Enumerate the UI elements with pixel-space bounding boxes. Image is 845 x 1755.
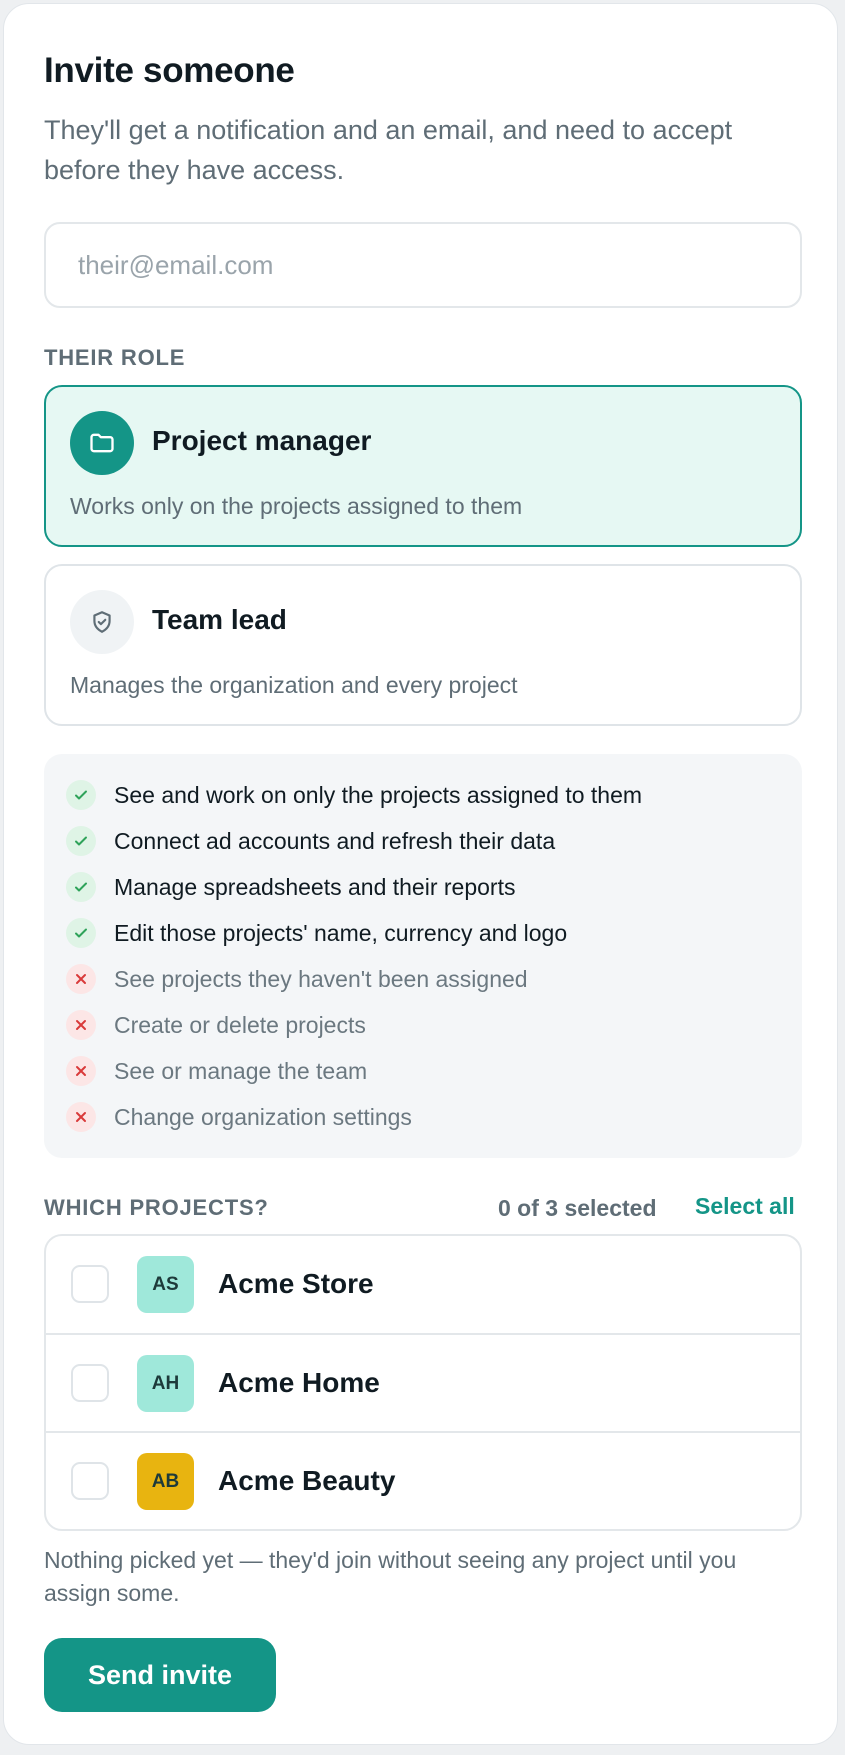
projects-list: AS Acme Store AH Acme Home AB Acme Beaut…: [44, 1234, 802, 1531]
select-all-button[interactable]: Select all: [695, 1193, 795, 1220]
role-option-project-manager[interactable]: Project manager Works only on the projec…: [44, 385, 802, 547]
project-row[interactable]: AB Acme Beauty: [46, 1431, 800, 1529]
invite-dialog: Invite someone They'll get a notificatio…: [3, 3, 838, 1745]
email-input[interactable]: [44, 222, 802, 308]
selected-count: 0 of 3 selected: [498, 1195, 657, 1221]
selection-hint: Nothing picked yet — they'd join without…: [44, 1547, 737, 1606]
permission-item: See projects they haven't been assigned: [66, 963, 528, 995]
permission-item: Connect ad accounts and refresh their da…: [66, 825, 555, 857]
permission-item: Create or delete projects: [66, 1009, 366, 1041]
dialog-subtitle: They'll get a notification and an email,…: [44, 115, 733, 185]
cross-icon: [66, 964, 96, 994]
role-section-label: THEIR ROLE: [44, 345, 186, 370]
permission-text: See or manage the team: [114, 1057, 368, 1084]
project-avatar: AS: [137, 1256, 194, 1313]
permission-item: See or manage the team: [66, 1055, 367, 1087]
role-description: Manages the organization and every proje…: [70, 672, 518, 698]
cross-icon: [66, 1102, 96, 1132]
dialog-title: Invite someone: [44, 51, 295, 90]
project-checkbox[interactable]: [71, 1462, 109, 1500]
projects-section-label: WHICH PROJECTS?: [44, 1195, 269, 1220]
permission-text: See and work on only the projects assign…: [114, 781, 643, 808]
project-row[interactable]: AS Acme Store: [46, 1236, 800, 1334]
check-icon: [66, 826, 96, 856]
permission-item: Edit those projects' name, currency and …: [66, 917, 567, 949]
project-avatar: AH: [137, 1355, 194, 1412]
project-checkbox[interactable]: [71, 1265, 109, 1303]
role-title: Team lead: [152, 604, 287, 635]
role-option-team-lead[interactable]: Team lead Manages the organization and e…: [44, 564, 802, 726]
project-name: Acme Store: [218, 1268, 374, 1299]
permission-text: Create or delete projects: [114, 1011, 366, 1038]
shield-check-icon: [70, 590, 134, 654]
check-icon: [66, 918, 96, 948]
permissions-list: See and work on only the projects assign…: [44, 754, 802, 1158]
role-description: Works only on the projects assigned to t…: [70, 493, 523, 519]
permission-item: See and work on only the projects assign…: [66, 779, 642, 811]
project-name: Acme Home: [218, 1367, 380, 1398]
send-invite-button[interactable]: Send invite: [44, 1638, 276, 1712]
cross-icon: [66, 1010, 96, 1040]
permission-text: Edit those projects' name, currency and …: [114, 919, 568, 946]
permission-item: Change organization settings: [66, 1101, 412, 1133]
folder-icon: [70, 411, 134, 475]
project-checkbox[interactable]: [71, 1364, 109, 1402]
project-row[interactable]: AH Acme Home: [46, 1333, 800, 1433]
project-name: Acme Beauty: [218, 1465, 396, 1496]
permission-item: Manage spreadsheets and their reports: [66, 871, 515, 903]
permission-text: See projects they haven't been assigned: [114, 965, 528, 992]
project-avatar: AB: [137, 1453, 194, 1510]
permission-text: Change organization settings: [114, 1103, 412, 1130]
check-icon: [66, 872, 96, 902]
role-title: Project manager: [152, 425, 372, 456]
permission-text: Connect ad accounts and refresh their da…: [114, 827, 556, 854]
permission-text: Manage spreadsheets and their reports: [114, 873, 516, 900]
cross-icon: [66, 1056, 96, 1086]
check-icon: [66, 780, 96, 810]
